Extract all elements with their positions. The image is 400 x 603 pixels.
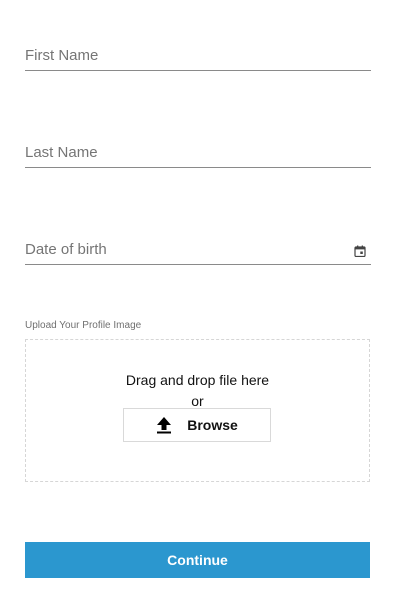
browse-label: Browse	[187, 417, 238, 433]
first-name-field	[25, 40, 371, 71]
upload-dropzone[interactable]: Drag and drop file here or Browse	[25, 339, 370, 482]
continue-button[interactable]: Continue	[25, 542, 370, 578]
upload-label: Upload Your Profile Image	[25, 320, 142, 331]
upload-icon	[157, 417, 172, 434]
date-of-birth-field	[25, 234, 371, 265]
first-name-input[interactable]	[25, 43, 371, 67]
date-of-birth-input[interactable]	[25, 237, 371, 261]
browse-button[interactable]: Browse	[123, 408, 271, 442]
last-name-field	[25, 137, 371, 168]
continue-label: Continue	[167, 552, 228, 568]
drop-instruction: Drag and drop file here	[125, 372, 270, 388]
last-name-input[interactable]	[25, 140, 371, 164]
calendar-icon[interactable]	[354, 244, 366, 258]
